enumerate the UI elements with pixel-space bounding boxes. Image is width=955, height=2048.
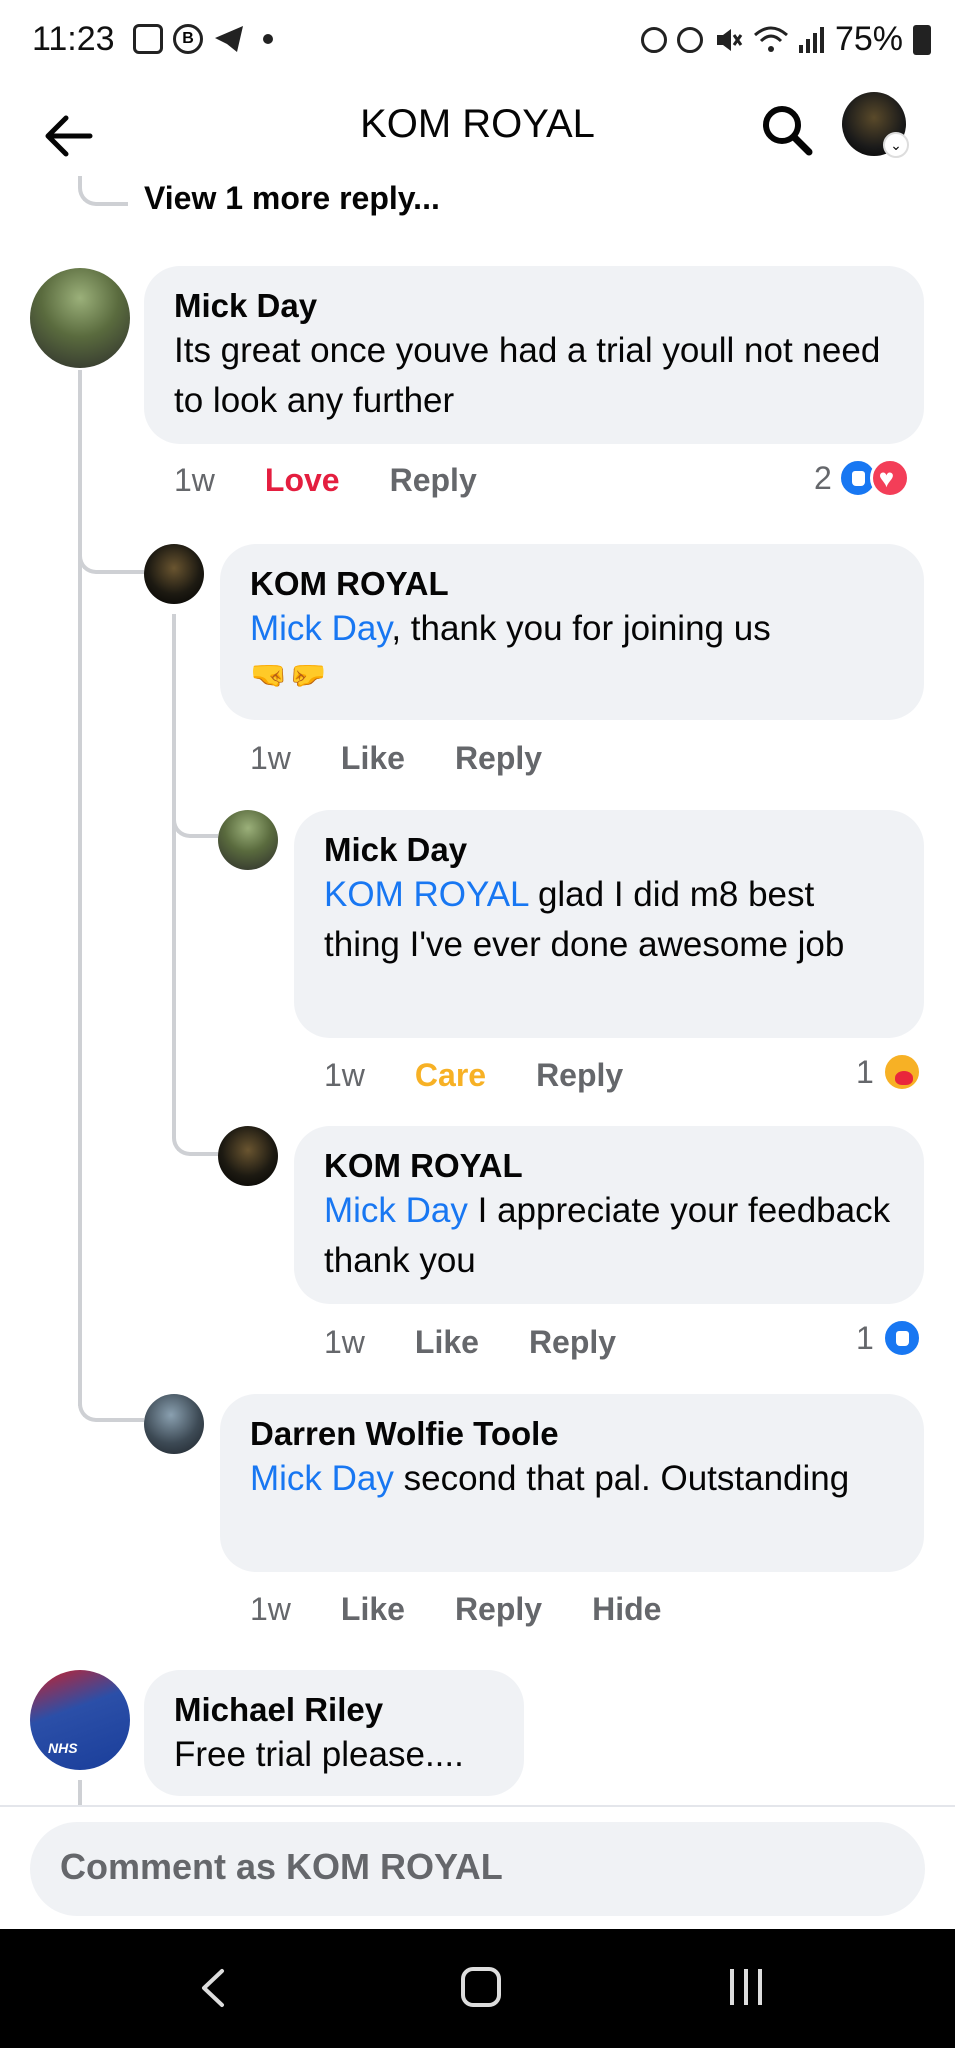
comment-author[interactable]: Darren Wolfie Toole (250, 1414, 894, 1454)
nav-recents-icon[interactable] (730, 1969, 762, 2005)
avatar[interactable] (218, 1126, 278, 1186)
comment-actions: 1w Like Reply (250, 740, 592, 777)
chevron-down-icon[interactable]: ⌄ (883, 132, 909, 158)
comment-time[interactable]: 1w (174, 462, 215, 499)
battery-icon (913, 24, 931, 55)
dot-icon (263, 34, 273, 44)
comment-bubble: Michael Riley Free trial please.... (144, 1670, 524, 1796)
thread-line (172, 1128, 218, 1156)
mention-link[interactable]: Mick Day (250, 609, 391, 648)
thread-line (78, 176, 128, 206)
battery-percent: 75% (834, 20, 903, 58)
wifi-icon (753, 26, 788, 52)
comment-actions: 1w Like Reply (324, 1324, 666, 1361)
reply-button[interactable]: Reply (390, 462, 477, 499)
comment-author[interactable]: Mick Day (174, 286, 894, 326)
comment-author[interactable]: KOM ROYAL (250, 564, 894, 604)
comment-placeholder: Comment as KOM ROYAL (60, 1846, 503, 1887)
app-header: KOM ROYAL ⌄ (0, 84, 955, 194)
alarm-icon (676, 26, 703, 53)
thread-line (78, 548, 144, 574)
thread-line (172, 812, 218, 838)
avatar[interactable] (218, 810, 278, 870)
reply-button[interactable]: Reply (455, 1591, 542, 1628)
avatar[interactable] (144, 544, 204, 604)
comment-text: Free trial please.... (174, 1735, 464, 1774)
thread-line (78, 1780, 82, 1806)
love-reaction-icon (869, 458, 910, 498)
comment-bubble: Mick Day Its great once youve had a tria… (144, 266, 924, 444)
comment-time[interactable]: 1w (324, 1057, 365, 1094)
comment-time[interactable]: 1w (324, 1324, 365, 1361)
fist-bump-emoji: 🤜🤛 (250, 659, 329, 692)
comment-bubble: Mick Day KOM ROYAL glad I did m8 best th… (294, 810, 924, 1038)
comment-author[interactable]: KOM ROYAL (324, 1146, 894, 1186)
like-button[interactable]: Like (341, 740, 405, 777)
nav-home-icon[interactable] (461, 1967, 501, 2007)
comment-bubble: Darren Wolfie Toole Mick Day second that… (220, 1394, 924, 1572)
care-reaction-icon (881, 1052, 922, 1092)
view-more-replies[interactable]: View 1 more reply... (144, 180, 440, 217)
comment-composer: Comment as KOM ROYAL (0, 1805, 955, 1929)
reply-button[interactable]: Reply (529, 1324, 616, 1361)
navigation-bar (0, 1929, 955, 2048)
comment-text: Its great once youve had a trial youll n… (174, 331, 881, 420)
nhs-badge: NHS (48, 1740, 78, 1756)
mention-link[interactable]: Mick Day (324, 1191, 468, 1230)
search-icon[interactable] (757, 100, 817, 160)
avatar[interactable] (30, 268, 130, 368)
comment-time[interactable]: 1w (250, 1591, 291, 1628)
reply-button[interactable]: Reply (536, 1057, 623, 1094)
signal-icon (798, 26, 824, 53)
reaction-summary[interactable]: 1 (856, 1052, 922, 1092)
recycle-icon (640, 26, 667, 53)
mute-icon (716, 28, 743, 51)
status-time: 11:23 (32, 20, 115, 58)
reaction-count: 1 (856, 1319, 874, 1356)
reaction-summary[interactable]: 1 (856, 1318, 922, 1358)
comment-author[interactable]: Michael Riley (174, 1690, 494, 1730)
comment-bubble: KOM ROYAL Mick Day, thank you for joinin… (220, 544, 924, 720)
like-reaction-icon (881, 1318, 922, 1358)
reply-button[interactable]: Reply (455, 740, 542, 777)
comment-bubble: KOM ROYAL Mick Day I appreciate your fee… (294, 1126, 924, 1304)
comment-actions: 1w Like Reply Hide (250, 1591, 711, 1628)
thread-line (78, 370, 82, 1406)
reaction-count: 2 (814, 459, 832, 496)
comment-actions: 1w Care Reply (324, 1057, 673, 1094)
comment-actions: 1w Love Reply (174, 462, 527, 499)
mention-link[interactable]: KOM ROYAL (324, 875, 528, 914)
comment-text: second that pal. Outstanding (393, 1459, 850, 1498)
avatar[interactable] (144, 1394, 204, 1454)
thread-line (78, 1396, 144, 1422)
avatar[interactable]: NHS (30, 1670, 130, 1770)
nav-back-icon[interactable] (196, 1967, 232, 2009)
reaction-summary[interactable]: 2 (814, 458, 910, 498)
gallery-icon (133, 24, 163, 54)
comment-text: , thank you for joining us (391, 609, 771, 648)
care-button[interactable]: Care (415, 1057, 486, 1094)
hide-button[interactable]: Hide (592, 1591, 661, 1628)
b-icon: B (173, 24, 203, 54)
telegram-icon (215, 26, 243, 52)
mention-link[interactable]: Mick Day (250, 1459, 394, 1498)
comment-author[interactable]: Mick Day (324, 830, 894, 870)
love-button[interactable]: Love (265, 462, 340, 499)
comment-input[interactable]: Comment as KOM ROYAL (30, 1822, 925, 1916)
thread-line (172, 614, 176, 1134)
comment-time[interactable]: 1w (250, 740, 291, 777)
reaction-count: 1 (856, 1053, 874, 1090)
like-button[interactable]: Like (341, 1591, 405, 1628)
like-button[interactable]: Like (415, 1324, 479, 1361)
status-bar: 11:23 B 75% (0, 0, 955, 84)
